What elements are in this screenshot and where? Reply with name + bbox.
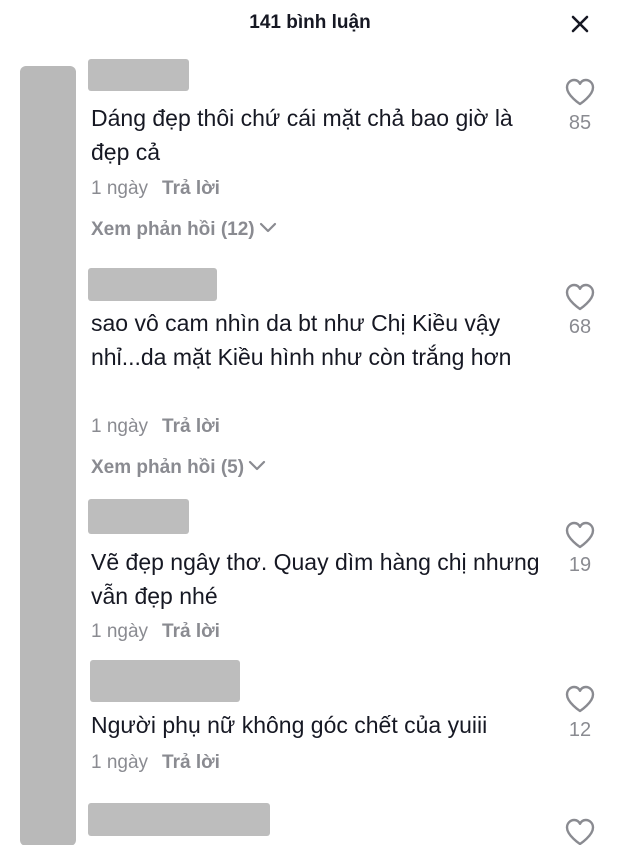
heart-icon[interactable]	[564, 817, 596, 845]
close-button[interactable]	[566, 10, 594, 38]
comment-text: Vẽ đẹp ngây thơ. Quay dìm hàng chị nhưng…	[91, 549, 540, 609]
heart-icon[interactable]	[564, 77, 596, 107]
comment-count-title: 141 bình luận	[249, 12, 371, 33]
redacted-avatars	[20, 66, 76, 845]
redacted-username	[88, 268, 217, 301]
redacted-username	[90, 660, 240, 702]
view-replies-button[interactable]: Xem phản hồi (5)	[91, 457, 266, 479]
reply-button[interactable]: Trả lời	[162, 178, 220, 199]
view-replies-label: Xem phản hồi (12)	[91, 219, 255, 240]
redacted-username	[88, 499, 189, 534]
like-count: 19	[568, 554, 592, 576]
chevron-down-icon	[259, 223, 276, 233]
comment-time: 1 ngày	[91, 621, 149, 642]
comment-meta: 1 ngày Trả lời	[91, 416, 220, 438]
close-icon	[571, 15, 589, 33]
like-count: 85	[568, 112, 592, 134]
comment-time: 1 ngày	[91, 416, 149, 437]
comment-text: sao vô cam nhìn da bt như Chị Kiều vậy n…	[91, 310, 512, 370]
reply-button[interactable]: Trả lời	[162, 621, 220, 642]
comment-meta: 1 ngày Trả lời	[91, 178, 220, 200]
comments-header: 141 bình luận	[0, 0, 620, 48]
comment-meta: 1 ngày Trả lời	[91, 621, 220, 643]
heart-icon[interactable]	[564, 282, 596, 312]
reply-button[interactable]: Trả lời	[162, 416, 220, 437]
view-replies-label: Xem phản hồi (5)	[91, 457, 245, 478]
view-replies-button[interactable]: Xem phản hồi (12)	[91, 219, 277, 241]
comment-time: 1 ngày	[91, 178, 149, 199]
like-count: 12	[568, 719, 592, 741]
comment-text: Người phụ nữ không góc chết của yuiii	[91, 712, 488, 738]
heart-icon[interactable]	[564, 520, 596, 550]
redacted-username	[88, 59, 189, 91]
heart-icon[interactable]	[564, 684, 596, 714]
comment-time: 1 ngày	[91, 752, 149, 773]
redacted-username	[88, 803, 270, 836]
reply-button[interactable]: Trả lời	[162, 752, 220, 773]
chevron-down-icon	[248, 461, 266, 471]
comment-meta: 1 ngày Trả lời	[91, 752, 220, 774]
comment-text: Dáng đẹp thôi chứ cái mặt chả bao giờ là…	[91, 105, 513, 165]
like-count: 68	[568, 316, 592, 338]
